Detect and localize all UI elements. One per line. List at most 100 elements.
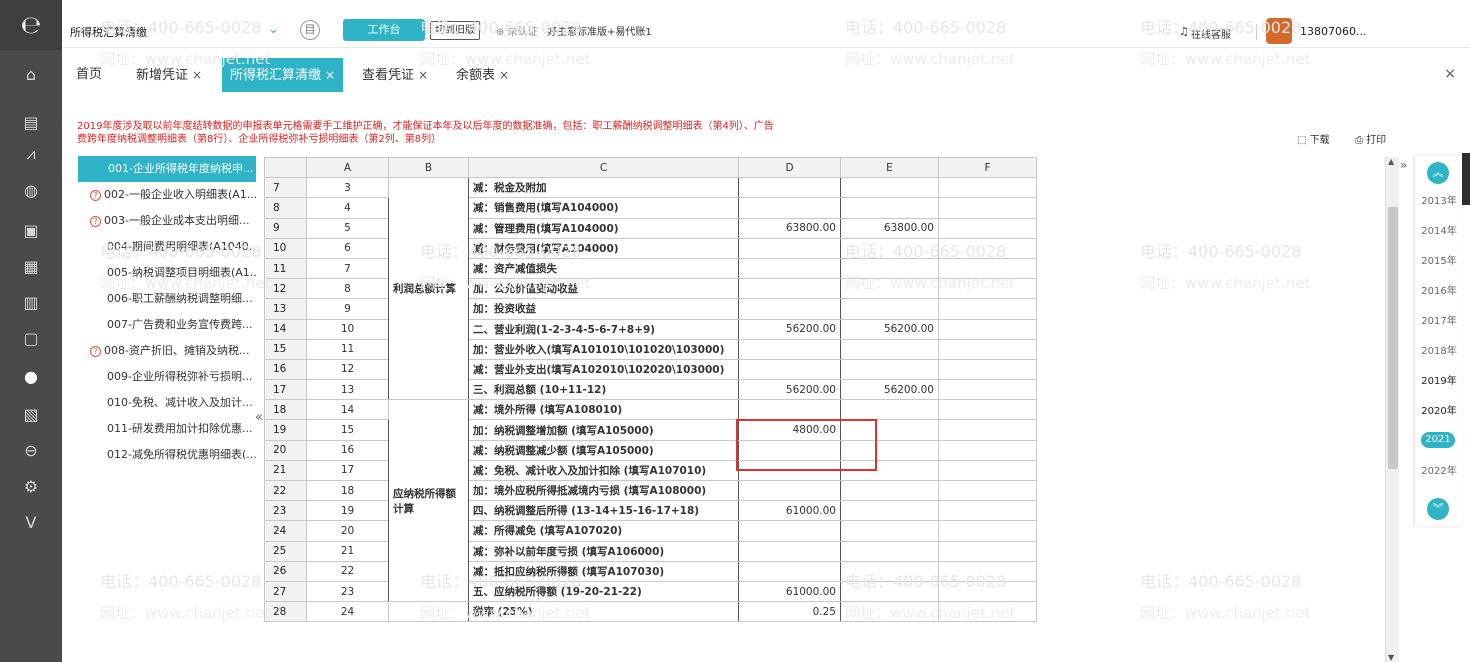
empty-cell[interactable] bbox=[938, 318, 1037, 340]
row-number[interactable]: 12 bbox=[264, 278, 307, 300]
close-icon[interactable]: × bbox=[499, 68, 509, 82]
empty-cell[interactable] bbox=[938, 580, 1037, 603]
list-item[interactable]: 011-研发费用加计扣除优惠... bbox=[78, 416, 256, 442]
row-number[interactable]: 16 bbox=[264, 358, 307, 381]
amount-cell[interactable] bbox=[840, 580, 939, 603]
chevron-down-icon[interactable]: ⌄ bbox=[268, 22, 279, 37]
line-number-cell[interactable]: 3 bbox=[306, 177, 389, 199]
item-name-cell[interactable]: 减：所得减免 (填写A107020) bbox=[468, 520, 739, 542]
amount-cell[interactable] bbox=[738, 358, 841, 381]
item-name-cell[interactable]: 税率 (25%) bbox=[468, 601, 739, 623]
row-number[interactable]: 22 bbox=[264, 479, 307, 502]
tab-new-voucher[interactable]: 新增凭证 × bbox=[136, 58, 202, 92]
collapse-left-icon[interactable]: « bbox=[255, 410, 263, 425]
empty-cell[interactable] bbox=[938, 601, 1037, 623]
amount-cell[interactable] bbox=[840, 257, 939, 280]
line-number-cell[interactable]: 9 bbox=[306, 298, 389, 320]
item-name-cell[interactable]: 加：营业外收入(填写A101010\101020\103000) bbox=[468, 338, 739, 360]
row-number[interactable]: 13 bbox=[264, 298, 307, 320]
headset-icon[interactable]: ♫ bbox=[1179, 25, 1189, 38]
item-name-cell[interactable]: 减：纳税调整减少额 (填写A105000) bbox=[468, 439, 739, 461]
row-number[interactable]: 19 bbox=[264, 419, 307, 441]
group-label-cell[interactable]: 应纳税所得额计算 bbox=[388, 399, 469, 603]
amount-cell[interactable] bbox=[738, 399, 841, 421]
line-number-cell[interactable]: 14 bbox=[306, 399, 389, 421]
close-icon[interactable]: × bbox=[325, 68, 335, 82]
home-icon[interactable]: ⌂ bbox=[0, 56, 62, 92]
line-number-cell[interactable]: 16 bbox=[306, 439, 389, 461]
column-header[interactable]: D bbox=[738, 157, 841, 179]
list-item[interactable]: 009-企业所得税弥补亏损明... bbox=[78, 364, 256, 390]
scrollbar-thumb[interactable] bbox=[1388, 207, 1398, 469]
item-name-cell[interactable]: 减：弥补以前年度亏损 (填写A106000) bbox=[468, 540, 739, 562]
tab-home[interactable]: 首页 bbox=[76, 58, 102, 92]
list-item[interactable]: ? 002-一般企业收入明细表(A1... bbox=[78, 182, 256, 208]
line-number-cell[interactable]: 21 bbox=[306, 540, 389, 562]
declare-icon[interactable]: ▧ bbox=[0, 396, 62, 432]
empty-cell[interactable] bbox=[938, 197, 1037, 219]
voucher-icon[interactable]: ▤ bbox=[0, 104, 62, 140]
year-option[interactable]: 2018年 bbox=[1415, 342, 1463, 357]
tab-view-voucher[interactable]: 查看凭证 × bbox=[362, 58, 428, 92]
close-all-tabs-icon[interactable]: × bbox=[1444, 66, 1456, 82]
item-name-cell[interactable]: 加：纳税调整增加额 (填写A105000) bbox=[468, 419, 739, 441]
line-number-cell[interactable]: 12 bbox=[306, 358, 389, 381]
row-number[interactable]: 28 bbox=[264, 601, 307, 623]
line-number-cell[interactable]: 17 bbox=[306, 459, 389, 482]
app-logo-icon[interactable]: ℮ bbox=[0, 0, 62, 50]
ledger-icon[interactable]: ▣ bbox=[0, 212, 62, 248]
list-item[interactable]: 006-职工薪酬纳税调整明细... bbox=[78, 286, 256, 312]
amount-cell[interactable] bbox=[840, 500, 939, 522]
amount-cell[interactable] bbox=[738, 298, 841, 320]
line-number-cell[interactable]: 7 bbox=[306, 257, 389, 280]
item-name-cell[interactable]: 减：资产减值损失 bbox=[468, 257, 739, 280]
print-button[interactable]: ⎙ 打印 bbox=[1355, 131, 1386, 146]
amount-cell[interactable] bbox=[738, 338, 841, 360]
amount-cell[interactable] bbox=[840, 601, 939, 623]
money-bag-icon[interactable]: ◍ bbox=[0, 172, 62, 208]
income-tax-icon[interactable]: ● bbox=[0, 358, 62, 394]
amount-cell[interactable] bbox=[840, 278, 939, 300]
list-item[interactable]: ? 008-资产折旧、摊销及纳税... bbox=[78, 338, 256, 364]
empty-cell[interactable] bbox=[938, 479, 1037, 502]
year-option[interactable]: 2016年 bbox=[1415, 282, 1463, 297]
item-name-cell[interactable]: 减：境外所得 (填写A108010) bbox=[468, 399, 739, 421]
amount-cell[interactable] bbox=[840, 338, 939, 360]
group-label-cell[interactable] bbox=[388, 601, 469, 623]
line-number-cell[interactable]: 18 bbox=[306, 479, 389, 502]
year-panel-handle[interactable] bbox=[1462, 153, 1470, 205]
amount-cell[interactable]: 63800.00 bbox=[840, 217, 939, 239]
list-item[interactable]: 001-企业所得税年度纳税申... bbox=[78, 156, 256, 182]
item-name-cell[interactable]: 加：公允价值变动收益 bbox=[468, 278, 739, 300]
username[interactable]: 13807060... bbox=[1300, 25, 1366, 38]
amount-cell[interactable] bbox=[840, 399, 939, 421]
item-name-cell[interactable]: 减：抵扣应纳税所得额 (填写A107030) bbox=[468, 560, 739, 582]
line-number-cell[interactable]: 19 bbox=[306, 500, 389, 522]
row-number[interactable]: 24 bbox=[264, 520, 307, 542]
notebook-icon[interactable]: 目 bbox=[300, 20, 320, 40]
chevron-up-icon[interactable]: ︽ bbox=[1427, 162, 1449, 184]
empty-cell[interactable] bbox=[938, 217, 1037, 239]
download-button[interactable]: ⬚ 下载 bbox=[1297, 131, 1330, 146]
amount-cell[interactable] bbox=[840, 479, 939, 502]
year-option[interactable]: 2013年 bbox=[1415, 192, 1463, 207]
line-number-cell[interactable]: 15 bbox=[306, 419, 389, 441]
row-number[interactable]: 11 bbox=[264, 257, 307, 280]
avatar[interactable] bbox=[1266, 18, 1292, 44]
item-name-cell[interactable]: 加：境外应税所得抵减境内亏损 (填写A108000) bbox=[468, 479, 739, 502]
empty-cell[interactable] bbox=[938, 298, 1037, 320]
column-header[interactable]: C bbox=[468, 157, 739, 179]
row-number[interactable]: 8 bbox=[264, 197, 307, 219]
report-chart-icon[interactable]: ⩘ bbox=[0, 136, 62, 172]
row-number[interactable]: 10 bbox=[264, 237, 307, 259]
amount-cell[interactable] bbox=[738, 197, 841, 219]
amount-cell[interactable] bbox=[840, 237, 939, 259]
row-number[interactable]: 14 bbox=[264, 318, 307, 340]
account-book-selector[interactable]: 所得税汇算清缴 bbox=[70, 24, 147, 40]
item-name-cell[interactable]: 五、应纳税所得额 (19-20-21-22) bbox=[468, 580, 739, 603]
amount-cell[interactable] bbox=[840, 358, 939, 381]
line-number-cell[interactable]: 24 bbox=[306, 601, 389, 623]
scroll-down-icon[interactable]: ▼ bbox=[1388, 653, 1394, 662]
amount-cell[interactable]: 56200.00 bbox=[738, 318, 841, 340]
list-item[interactable]: 012-减免所得税优惠明细表(... bbox=[78, 442, 256, 468]
